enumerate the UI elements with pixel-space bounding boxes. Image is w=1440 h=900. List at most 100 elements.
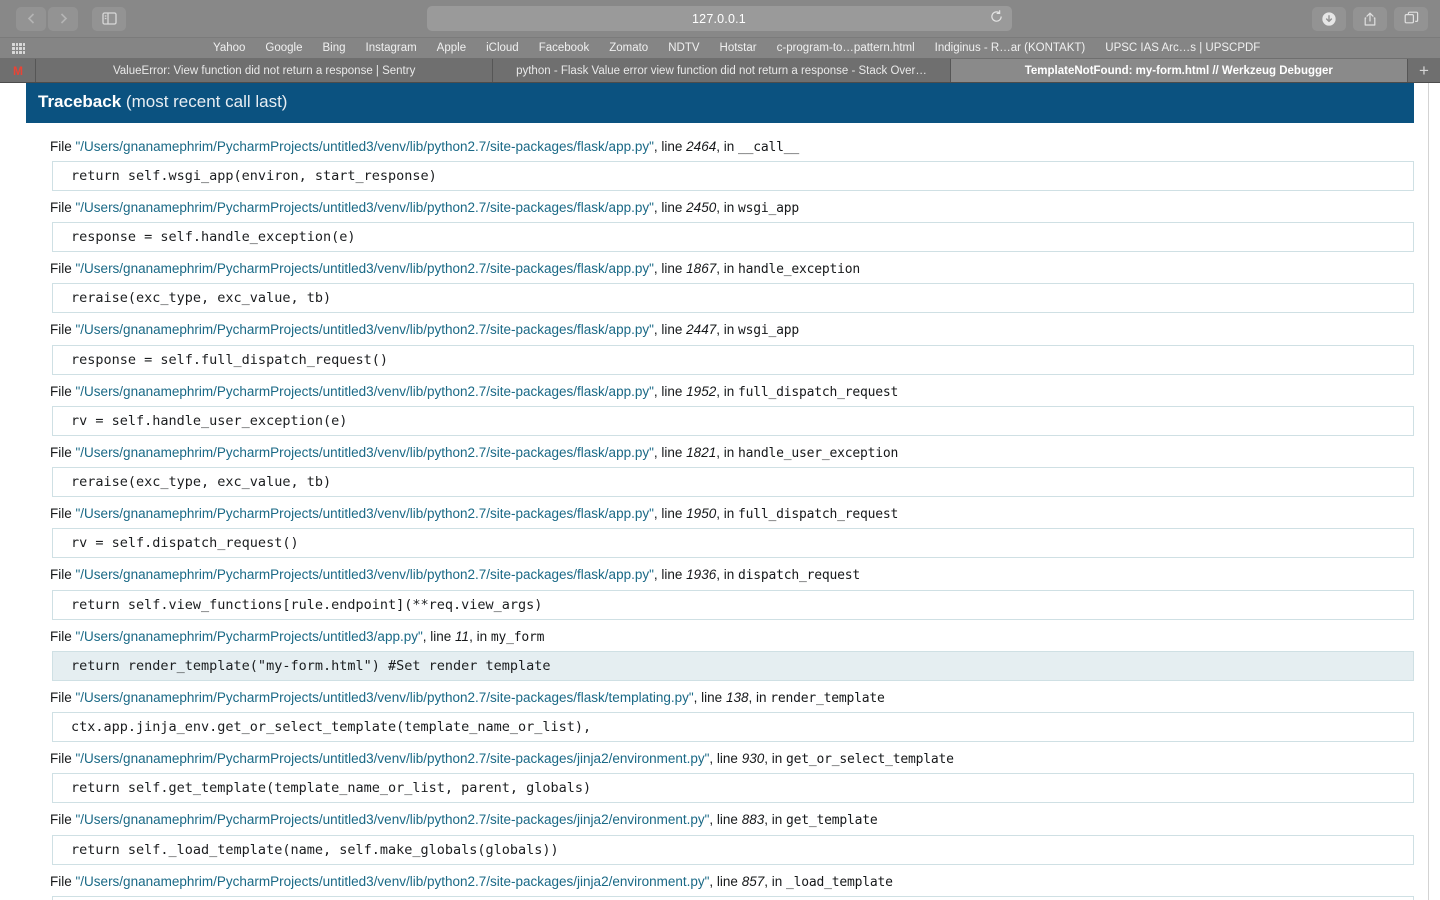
- bookmark-list: Yahoo Google Bing Instagram Apple iCloud…: [203, 42, 1270, 54]
- werkzeug-debugger-page: Traceback (most recent call last) File "…: [0, 83, 1440, 900]
- frame-file-path[interactable]: "/Users/gnanamephrim/PycharmProjects/unt…: [76, 812, 710, 827]
- bookmark-item[interactable]: Hotstar: [710, 42, 767, 54]
- back-button[interactable]: [16, 7, 46, 31]
- file-keyword: File: [50, 567, 76, 582]
- sidebar-toggle-icon[interactable]: [92, 7, 126, 31]
- in-keyword: , in: [469, 629, 491, 644]
- line-keyword: , line: [654, 139, 686, 154]
- line-keyword: , line: [654, 384, 686, 399]
- frame-location: File "/Users/gnanamephrim/PycharmProject…: [26, 200, 1414, 222]
- frame-source-line[interactable]: rv = self.dispatch_request(): [52, 528, 1414, 558]
- bookmark-item[interactable]: c-program-to…pattern.html: [767, 42, 925, 54]
- frame-file-path[interactable]: "/Users/gnanamephrim/PycharmProjects/unt…: [76, 567, 654, 582]
- frame-source-line[interactable]: template = self.loader.load(self, name, …: [52, 896, 1414, 900]
- bookmark-item[interactable]: Indiginus - R…ar (KONTAKT): [925, 42, 1096, 54]
- frame-function-name: wsgi_app: [738, 201, 799, 216]
- bookmark-item[interactable]: NDTV: [658, 42, 709, 54]
- frame-source-line[interactable]: rv = self.handle_user_exception(e): [52, 406, 1414, 436]
- tab-overview-icon[interactable]: [1394, 7, 1428, 31]
- frame-source-line[interactable]: ctx.app.jinja_env.get_or_select_template…: [52, 712, 1414, 742]
- bookmark-item[interactable]: Facebook: [529, 42, 600, 54]
- frame-source-line[interactable]: return self.wsgi_app(environ, start_resp…: [52, 161, 1414, 191]
- frame-source-line[interactable]: response = self.full_dispatch_request(): [52, 345, 1414, 375]
- forward-button[interactable]: [48, 7, 78, 31]
- traceback-frame: File "/Users/gnanamephrim/PycharmProject…: [26, 506, 1414, 558]
- frame-location: File "/Users/gnanamephrim/PycharmProject…: [26, 506, 1414, 528]
- address-bar[interactable]: 127.0.0.1: [427, 6, 1012, 31]
- apps-grid-icon[interactable]: [12, 43, 25, 54]
- frame-line-number: 1950: [686, 506, 716, 521]
- line-keyword: , line: [654, 506, 686, 521]
- line-keyword: , line: [709, 812, 741, 827]
- downloads-icon[interactable]: [1312, 7, 1346, 31]
- file-keyword: File: [50, 384, 76, 399]
- line-keyword: , line: [654, 445, 686, 460]
- frame-source-line[interactable]: return self.get_template(template_name_o…: [52, 773, 1414, 803]
- frame-file-path[interactable]: "/Users/gnanamephrim/PycharmProjects/unt…: [76, 874, 710, 889]
- browser-toolbar: 127.0.0.1: [0, 0, 1440, 38]
- traceback-frame: File "/Users/gnanamephrim/PycharmProject…: [26, 322, 1414, 374]
- page-scrollbar[interactable]: [1428, 83, 1429, 900]
- bookmark-item[interactable]: Bing: [313, 42, 356, 54]
- frame-line-number: 1867: [686, 261, 716, 276]
- frame-file-path[interactable]: "/Users/gnanamephrim/PycharmProjects/unt…: [76, 506, 654, 521]
- share-icon[interactable]: [1353, 7, 1387, 31]
- bookmark-item[interactable]: iCloud: [476, 42, 529, 54]
- bookmark-item[interactable]: UPSC IAS Arc…s | UPSCPDF: [1095, 42, 1270, 54]
- line-keyword: , line: [654, 567, 686, 582]
- frame-source-line[interactable]: return render_template("my-form.html") #…: [52, 651, 1414, 681]
- frame-line-number: 883: [742, 812, 765, 827]
- bookmark-item[interactable]: Zomato: [599, 42, 658, 54]
- frame-line-number: 11: [455, 629, 469, 644]
- traceback-subtitle: (most recent call last): [126, 92, 288, 111]
- in-keyword: , in: [716, 445, 738, 460]
- frame-line-number: 2450: [686, 200, 716, 215]
- frame-source-line[interactable]: reraise(exc_type, exc_value, tb): [52, 467, 1414, 497]
- traceback-frame: File "/Users/gnanamephrim/PycharmProject…: [26, 690, 1414, 742]
- frame-file-path[interactable]: "/Users/gnanamephrim/PycharmProjects/unt…: [76, 445, 654, 460]
- frame-file-path[interactable]: "/Users/gnanamephrim/PycharmProjects/unt…: [76, 751, 710, 766]
- frame-function-name: __call__: [738, 140, 799, 155]
- in-keyword: , in: [748, 690, 770, 705]
- frame-line-number: 1936: [686, 567, 716, 582]
- bookmark-item[interactable]: Apple: [427, 42, 476, 54]
- bookmark-item[interactable]: Instagram: [356, 42, 427, 54]
- in-keyword: , in: [764, 874, 786, 889]
- traceback-frame: File "/Users/gnanamephrim/PycharmProject…: [26, 629, 1414, 681]
- tab-sentry[interactable]: ValueError: View function did not return…: [36, 59, 493, 82]
- frame-line-number: 857: [742, 874, 765, 889]
- reload-icon[interactable]: [990, 10, 1003, 28]
- new-tab-button[interactable]: +: [1408, 59, 1440, 82]
- in-keyword: , in: [716, 384, 738, 399]
- frame-file-path[interactable]: "/Users/gnanamephrim/PycharmProjects/unt…: [76, 322, 654, 337]
- in-keyword: , in: [764, 812, 786, 827]
- frame-file-path[interactable]: "/Users/gnanamephrim/PycharmProjects/unt…: [76, 261, 654, 276]
- frame-file-path[interactable]: "/Users/gnanamephrim/PycharmProjects/unt…: [76, 629, 423, 644]
- frame-file-path[interactable]: "/Users/gnanamephrim/PycharmProjects/unt…: [76, 200, 654, 215]
- traceback-frame: File "/Users/gnanamephrim/PycharmProject…: [26, 812, 1414, 864]
- bookmark-item[interactable]: Google: [255, 42, 312, 54]
- file-keyword: File: [50, 200, 76, 215]
- frame-function-name: _load_template: [786, 875, 893, 890]
- gmail-icon: M: [13, 65, 22, 77]
- frame-location: File "/Users/gnanamephrim/PycharmProject…: [26, 629, 1414, 651]
- frame-location: File "/Users/gnanamephrim/PycharmProject…: [26, 139, 1414, 161]
- frame-location: File "/Users/gnanamephrim/PycharmProject…: [26, 812, 1414, 834]
- in-keyword: , in: [716, 322, 738, 337]
- frame-source-line[interactable]: response = self.handle_exception(e): [52, 222, 1414, 252]
- frame-source-line[interactable]: return self._load_template(name, self.ma…: [52, 835, 1414, 865]
- tab-werkzeug-debugger[interactable]: TemplateNotFound: my-form.html // Werkze…: [951, 59, 1408, 82]
- frame-location: File "/Users/gnanamephrim/PycharmProject…: [26, 690, 1414, 712]
- tab-favicon-gmail[interactable]: M: [0, 59, 36, 82]
- frame-file-path[interactable]: "/Users/gnanamephrim/PycharmProjects/unt…: [76, 384, 654, 399]
- frame-source-line[interactable]: return self.view_functions[rule.endpoint…: [52, 590, 1414, 620]
- frame-file-path[interactable]: "/Users/gnanamephrim/PycharmProjects/unt…: [76, 690, 694, 705]
- frame-location: File "/Users/gnanamephrim/PycharmProject…: [26, 261, 1414, 283]
- frame-file-path[interactable]: "/Users/gnanamephrim/PycharmProjects/unt…: [76, 139, 654, 154]
- tab-stackoverflow[interactable]: python - Flask Value error view function…: [493, 59, 950, 82]
- frame-line-number: 1821: [686, 445, 716, 460]
- browser-chrome: 127.0.0.1: [0, 0, 1440, 83]
- traceback-title: Traceback: [38, 92, 121, 111]
- bookmark-item[interactable]: Yahoo: [203, 42, 255, 54]
- frame-source-line[interactable]: reraise(exc_type, exc_value, tb): [52, 283, 1414, 313]
